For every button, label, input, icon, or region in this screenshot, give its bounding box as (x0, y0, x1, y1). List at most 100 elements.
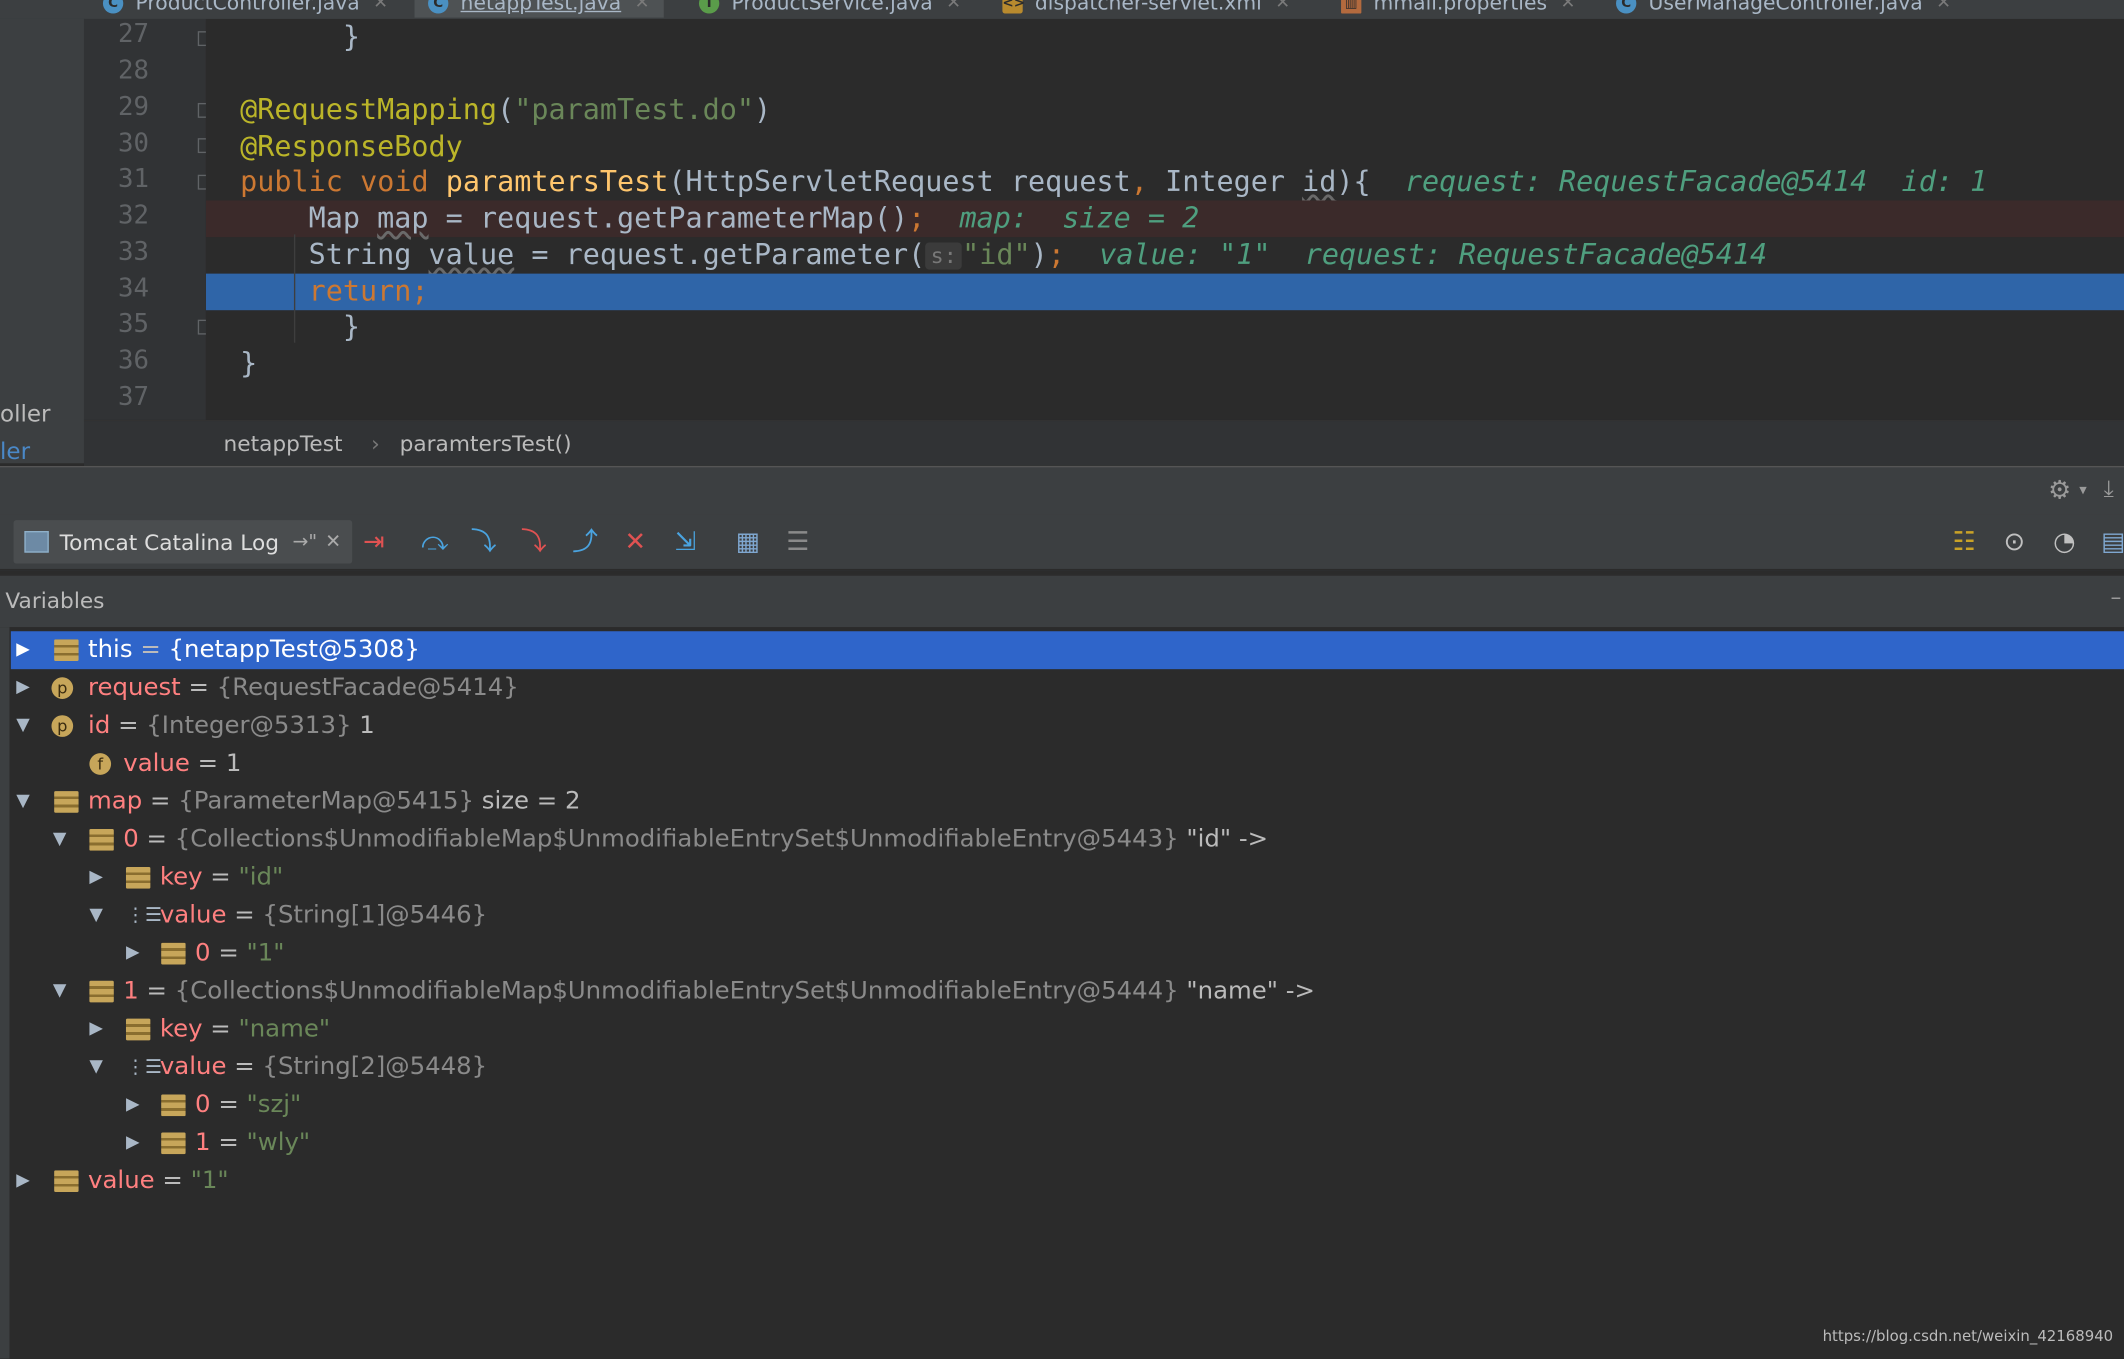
editor-gutter[interactable]: 27 28 29 30 31 32 33 34 35 36 37 ✓ (83, 18, 288, 420)
mute-breakpoints-icon[interactable]: ◔ (2048, 526, 2081, 559)
line-number: 34 (117, 273, 150, 304)
field-icon (161, 1094, 186, 1117)
expand-icon[interactable]: ▶ (89, 859, 103, 897)
tab-tomcat-catalina-log[interactable]: Tomcat Catalina Log →" ✕ (13, 520, 353, 564)
field-icon (89, 980, 114, 1003)
collapse-icon[interactable]: ▼ (53, 973, 67, 1011)
minimize-icon[interactable]: – (2110, 584, 2121, 610)
breadcrumb: netappTest › paramtersTest() (83, 419, 2124, 468)
inline-debug-value: request: RequestFacade@5414 id: 1 (1404, 165, 1988, 198)
watermark: https://blog.csdn.net/weixin_42168940 (1822, 1327, 2114, 1346)
variables-tree: ▶ this = {netappTest@5308} ▶ p request =… (0, 627, 2124, 1359)
variable-row[interactable]: ▶ p request = {RequestFacade@5414} (11, 669, 2124, 707)
interface-icon: I (698, 0, 720, 13)
expand-icon[interactable]: ▶ (16, 669, 30, 707)
gear-icon[interactable]: ⚙ (2048, 475, 2071, 505)
array-icon: ⋮☰ (125, 904, 162, 927)
variables-header: Variables – (0, 574, 2124, 628)
field-icon (89, 829, 114, 851)
variable-row[interactable]: f value = 1 (11, 745, 2124, 783)
expand-icon[interactable]: ▶ (16, 1162, 30, 1200)
close-icon[interactable]: ✕ (373, 0, 388, 13)
variable-row[interactable]: ▼ p id = {Integer@5313} 1 (11, 707, 2124, 745)
collapse-icon[interactable]: ▼ (89, 1048, 103, 1086)
show-execution-point-icon[interactable]: ⇥ (358, 526, 391, 559)
close-icon[interactable]: ✕ (1561, 0, 1576, 13)
tab-user-manage-controller[interactable]: C UserManageController.java ✕ (1616, 0, 1951, 18)
force-step-into-icon[interactable]: ⤵ (517, 526, 550, 559)
variable-row[interactable]: ▶ this = {netappTest@5308} (10, 631, 2124, 670)
variable-row[interactable]: ▶ 0 = "1" (11, 935, 2124, 973)
field-icon (161, 1132, 186, 1155)
variable-row[interactable]: ▼ ⋮☰ value = {String[2]@5448} (11, 1048, 2124, 1086)
breadcrumb-separator: › (371, 430, 380, 457)
final-field-icon: f (89, 753, 112, 775)
inline-debug-value: request: RequestFacade@5414 (1304, 238, 1768, 271)
variable-row[interactable]: ▶ 0 = "szj" (11, 1086, 2124, 1124)
field-icon (54, 639, 79, 662)
view-breakpoints-icon[interactable]: ⊙ (1998, 526, 2031, 559)
project-item[interactable]: oller (0, 401, 51, 428)
evaluate-expression-icon[interactable]: ▦ (731, 526, 764, 559)
log-icon (24, 531, 49, 553)
variable-row[interactable]: ▼ 1 = {Collections$UnmodifiableMap$Unmod… (11, 973, 2124, 1011)
variable-row[interactable]: ▼ ⋮☰ value = {String[1]@5446} (11, 897, 2124, 935)
step-into-icon[interactable]: ⤵ (467, 526, 500, 559)
tab-mmall-properties[interactable]: ▥ mmall.properties ✕ (1341, 0, 1575, 18)
close-icon[interactable]: ✕ (325, 531, 341, 553)
line-number: 31 (117, 163, 150, 194)
step-over-icon[interactable]: ⤼ (419, 526, 452, 559)
variable-row[interactable]: ▶ key = "id" (11, 859, 2124, 897)
restore-layout-icon[interactable]: ☷ (1948, 526, 1981, 559)
current-execution-line: return; (205, 273, 2124, 311)
parameter-hint: s: (925, 242, 963, 270)
project-item[interactable]: ler (0, 439, 30, 463)
expand-icon[interactable]: ▶ (16, 631, 30, 669)
breadcrumb-method[interactable]: paramtersTest() (400, 431, 572, 457)
line-number: 36 (117, 345, 150, 376)
variable-row[interactable]: ▶ key = "name" (11, 1011, 2124, 1049)
collapse-icon[interactable]: ▼ (16, 707, 30, 745)
trace-stream-icon[interactable]: ☰ (782, 526, 815, 559)
code-editor[interactable]: } @RequestMapping("paramTest.do") @Respo… (205, 18, 2124, 420)
breadcrumb-class[interactable]: netappTest (224, 431, 343, 457)
collapse-icon[interactable]: ▼ (89, 897, 103, 935)
properties-icon: ▥ (1341, 0, 1362, 13)
code-line: } (274, 20, 361, 53)
tab-dispatcher-servlet[interactable]: <> dispatcher-servlet.xml ✕ (1002, 0, 1290, 18)
expand-icon[interactable]: ▶ (89, 1011, 103, 1049)
chevron-down-icon[interactable]: ▾ (2079, 481, 2086, 499)
run-to-cursor-icon[interactable]: ⇲ (669, 526, 702, 559)
expand-icon[interactable]: ▶ (126, 935, 140, 973)
field-icon (54, 1170, 79, 1193)
tab-product-service[interactable]: I ProductService.java ✕ (698, 0, 961, 18)
class-icon: C (428, 0, 449, 13)
debug-toolbar: Tomcat Catalina Log →" ✕ ⇥ ⤼ ⤵ ⤵ ⤴ ✕ ⇲ ▦… (0, 514, 2124, 571)
parameter-icon: p (51, 677, 74, 699)
line-number: 30 (117, 128, 150, 159)
close-icon[interactable]: ✕ (1275, 0, 1290, 13)
tab-product-controller[interactable]: C ProductController.java ✕ (102, 0, 388, 18)
line-number: 37 (117, 381, 150, 412)
line-number: 35 (117, 308, 150, 339)
close-icon[interactable]: ✕ (1936, 0, 1951, 13)
collapse-icon[interactable]: ▼ (16, 783, 30, 821)
breakpoint-line: Map map = request.getParameterMap(); map… (205, 200, 2124, 238)
collapse-icon[interactable]: ▼ (53, 821, 67, 859)
variable-row[interactable]: ▼ 0 = {Collections$UnmodifiableMap$Unmod… (11, 821, 2124, 859)
layout-settings-icon[interactable]: ▤ (2097, 526, 2124, 559)
close-icon[interactable]: ✕ (946, 0, 961, 13)
variable-row[interactable]: ▼ map = {ParameterMap@5415} size = 2 (11, 783, 2124, 821)
class-icon: C (1616, 0, 1637, 13)
variable-row[interactable]: ▶ value = "1" (11, 1162, 2124, 1200)
variable-row[interactable]: ▶ 1 = "wly" (11, 1124, 2124, 1162)
step-out-icon[interactable]: ⤴ (569, 526, 602, 559)
close-icon[interactable]: ✕ (635, 0, 650, 13)
hide-panel-icon[interactable]: ⤓ (2104, 475, 2114, 502)
expand-icon[interactable]: ▶ (126, 1124, 140, 1162)
expand-icon[interactable]: ▶ (126, 1086, 140, 1124)
code-line: public void paramtersTest(HttpServletReq… (240, 165, 1988, 198)
editor-tab-bar: C ProductController.java ✕ C netappTest.… (0, 0, 2124, 21)
drop-frame-icon[interactable]: ✕ (619, 526, 652, 559)
tab-netapp-test[interactable]: C netappTest.java ✕ (414, 0, 664, 18)
